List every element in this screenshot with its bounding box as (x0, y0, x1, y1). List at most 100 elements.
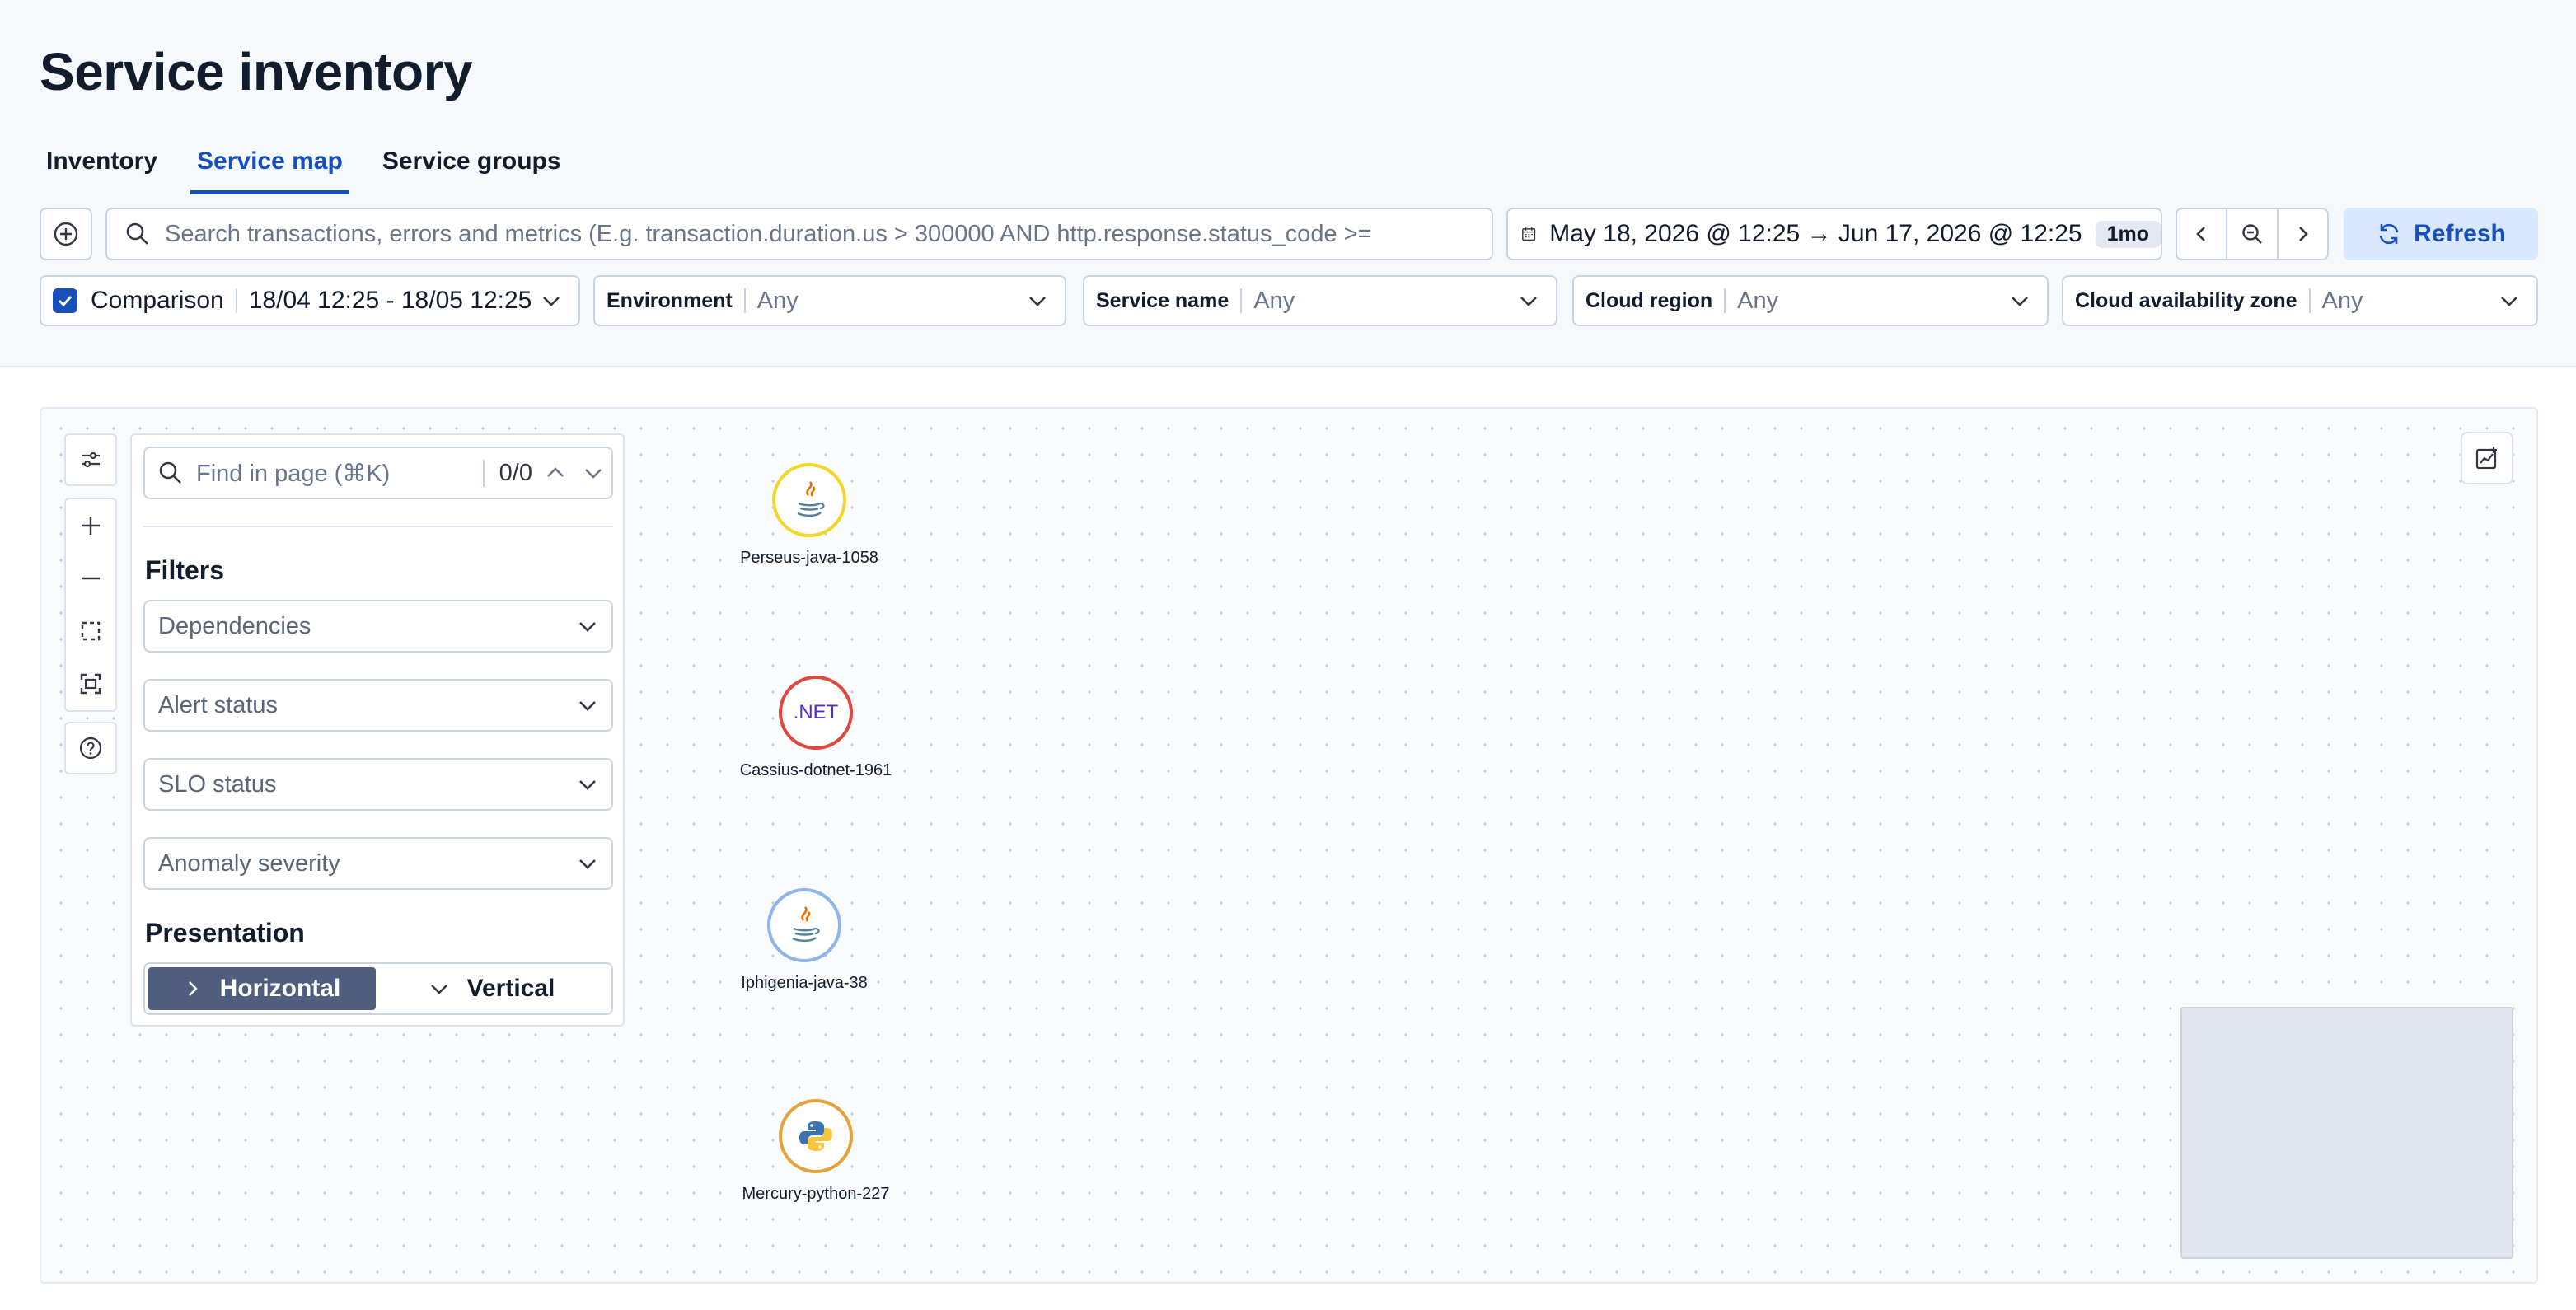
map-settings-button[interactable] (64, 433, 117, 486)
alert-status-dropdown[interactable]: Alert status (143, 679, 613, 732)
vertical-label: Vertical (466, 975, 555, 1002)
chevron-down-icon (2501, 297, 2517, 306)
service-node-perseus[interactable]: Perseus-java-1058 (719, 463, 900, 568)
add-filter-button[interactable] (40, 208, 92, 260)
fullscreen-icon (80, 673, 101, 695)
export-map-button[interactable] (2461, 432, 2513, 484)
help-icon (79, 737, 102, 760)
refresh-button[interactable]: Refresh (2344, 208, 2538, 260)
chevron-down-icon[interactable] (583, 463, 603, 483)
find-in-page-input[interactable]: Find in page (⌘K) 0/0 (143, 447, 613, 499)
find-placeholder: Find in page (⌘K) (196, 460, 391, 487)
service-node-cassius[interactable]: .NET Cassius-dotnet-1961 (725, 676, 906, 780)
vertical-option[interactable]: Vertical (376, 967, 608, 1010)
service-node-circle[interactable] (779, 1099, 853, 1173)
service-name-value: Any (1253, 287, 1295, 314)
anomaly-severity-label: Anomaly severity (158, 849, 340, 877)
comparison-label: Comparison (91, 287, 224, 314)
date-badge: 1mo (2095, 220, 2161, 248)
environment-filter[interactable]: Environment Any (593, 275, 1066, 326)
zoom-controls (64, 498, 117, 712)
comparison-checkbox[interactable] (53, 288, 77, 313)
tab-inventory[interactable]: Inventory (40, 142, 164, 194)
divider (2308, 288, 2311, 313)
map-controls-panel: Find in page (⌘K) 0/0 Filters Dependenci… (130, 433, 625, 1027)
comparison-value: 18/04 12:25 - 18/05 12:25 (248, 287, 532, 314)
chevron-down-icon (579, 701, 596, 711)
chevron-down-icon (543, 297, 560, 306)
horizontal-option[interactable]: Horizontal (148, 967, 376, 1010)
zoom-in-button[interactable] (66, 499, 115, 552)
minus-icon (82, 577, 100, 580)
chevron-right-icon (2299, 227, 2309, 241)
search-placeholder: Search transactions, errors and metrics … (165, 220, 1372, 247)
chevron-left-icon (2195, 227, 2205, 241)
search-icon (159, 461, 181, 484)
refresh-label: Refresh (2414, 220, 2506, 247)
chart-export-icon (2475, 447, 2497, 470)
chevron-right-icon (188, 981, 198, 996)
chevron-down-icon (579, 622, 596, 632)
plus-circle-icon (54, 222, 78, 246)
divider (743, 288, 746, 313)
cloud-zone-label: Cloud availability zone (2075, 288, 2297, 312)
find-count: 0/0 (482, 459, 532, 487)
check-icon (58, 295, 73, 307)
calendar-icon (1522, 227, 1536, 241)
dependencies-label: Dependencies (158, 612, 311, 639)
cloud-zone-value: Any (2321, 287, 2363, 314)
chevron-down-icon (1029, 297, 1046, 306)
fit-view-button[interactable] (66, 657, 115, 710)
chevron-down-icon (579, 780, 596, 790)
divider (1240, 288, 1243, 313)
chevron-down-icon (1520, 297, 1537, 306)
dotnet-icon: .NET (793, 701, 839, 723)
cloud-region-filter[interactable]: Cloud region Any (1572, 275, 2049, 326)
anomaly-severity-dropdown[interactable]: Anomaly severity (143, 837, 613, 890)
tab-service-groups[interactable]: Service groups (376, 142, 568, 194)
service-node-label: Perseus-java-1058 (740, 549, 878, 567)
next-period-button[interactable] (2279, 209, 2327, 259)
java-icon (792, 906, 820, 943)
slo-status-label: SLO status (158, 770, 277, 798)
orientation-toggle: Horizontal Vertical (143, 962, 613, 1015)
service-name-filter[interactable]: Service name Any (1083, 275, 1557, 326)
divider (235, 288, 237, 313)
cloud-region-value: Any (1737, 287, 1779, 314)
tab-service-map[interactable]: Service map (190, 142, 349, 194)
service-node-label: Cassius-dotnet-1961 (739, 761, 892, 779)
fit-selection-button[interactable] (66, 605, 115, 657)
comparison-filter[interactable]: Comparison 18/04 12:25 - 18/05 12:25 (40, 275, 580, 326)
service-node-iphigenia[interactable]: Iphigenia-java-38 (714, 888, 895, 993)
presentation-title: Presentation (145, 918, 305, 947)
tab-bar: Inventory Service map Service groups (40, 142, 594, 194)
chevron-down-icon (430, 985, 447, 994)
service-node-label: Mercury-python-227 (742, 1185, 890, 1203)
zoom-out-map-button[interactable] (66, 552, 115, 605)
dependencies-dropdown[interactable]: Dependencies (143, 600, 613, 653)
service-node-circle[interactable]: .NET (779, 676, 853, 750)
date-picker[interactable]: May 18, 2026 @ 12:25 → Jun 17, 2026 @ 12… (1506, 208, 2162, 260)
java-icon (797, 481, 825, 517)
alert-status-label: Alert status (158, 691, 279, 718)
service-node-circle[interactable] (772, 463, 846, 537)
help-button[interactable] (64, 722, 117, 774)
cloud-zone-filter[interactable]: Cloud availability zone Any (2062, 275, 2538, 326)
search-bar[interactable]: Search transactions, errors and metrics … (105, 208, 1493, 260)
zoom-out-button[interactable] (2227, 209, 2279, 259)
service-node-circle[interactable] (767, 888, 841, 962)
page-title: Service inventory (40, 42, 473, 101)
sliders-icon (82, 451, 100, 468)
slo-status-dropdown[interactable]: SLO status (143, 758, 613, 811)
plus-icon (82, 517, 100, 535)
service-name-label: Service name (1096, 288, 1229, 312)
environment-value: Any (756, 287, 799, 314)
service-node-mercury[interactable]: Mercury-python-227 (725, 1099, 906, 1204)
refresh-icon (2379, 223, 2399, 245)
previous-period-button[interactable] (2177, 209, 2228, 259)
zoom-out-icon (2242, 224, 2262, 244)
chevron-up-icon[interactable] (546, 463, 565, 483)
python-icon (799, 1121, 832, 1151)
date-range-text: May 18, 2026 @ 12:25 → Jun 17, 2026 @ 12… (1549, 220, 2082, 247)
minimap[interactable] (2180, 1007, 2513, 1259)
